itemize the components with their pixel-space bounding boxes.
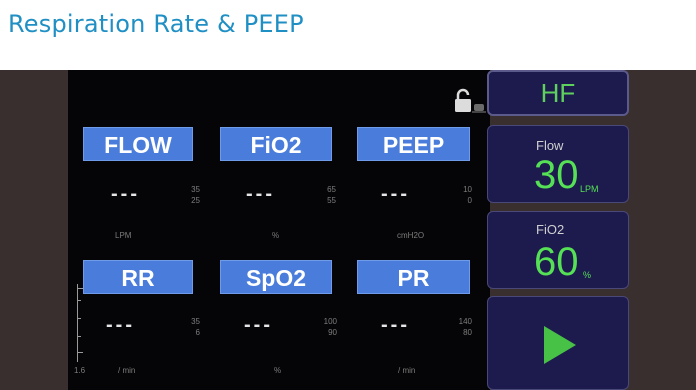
pr-upper-limit: 140 bbox=[458, 317, 472, 326]
flow-label[interactable]: FLOW bbox=[83, 127, 193, 161]
lock-icon[interactable] bbox=[454, 88, 486, 114]
flow-upper-limit: 35 bbox=[191, 185, 200, 194]
flow-setting-unit: LPM bbox=[580, 184, 599, 194]
peep-unit: cmH2O bbox=[397, 231, 425, 240]
fio2-setting-unit: % bbox=[583, 270, 592, 280]
flow-setting-button[interactable]: Flow 30 LPM bbox=[487, 125, 629, 203]
spo2-value: --- bbox=[244, 314, 273, 336]
flow-setting-name: Flow bbox=[536, 138, 564, 153]
start-button[interactable] bbox=[487, 296, 629, 390]
peep-value: --- bbox=[381, 183, 410, 205]
peep-label[interactable]: PEEP bbox=[357, 127, 470, 161]
pr-value: --- bbox=[381, 314, 410, 336]
peep-lower-limit: 0 bbox=[467, 196, 472, 205]
page-title: Respiration Rate & PEEP bbox=[8, 10, 304, 38]
scale-label: 1.6 bbox=[74, 366, 86, 375]
peep-upper-limit: 10 bbox=[463, 185, 472, 194]
flow-lower-limit: 25 bbox=[191, 196, 200, 205]
pr-label[interactable]: PR bbox=[357, 260, 470, 294]
monitor-screen bbox=[68, 70, 490, 390]
spo2-lower-limit: 90 bbox=[328, 328, 337, 337]
rr-label[interactable]: RR bbox=[83, 260, 193, 294]
flow-setting-value: 30 bbox=[534, 153, 579, 197]
spo2-unit: % bbox=[274, 366, 282, 375]
spo2-label[interactable]: SpO2 bbox=[220, 260, 332, 294]
play-icon bbox=[544, 326, 576, 364]
fio2-label[interactable]: FiO2 bbox=[220, 127, 332, 161]
fio2-upper-limit: 65 bbox=[327, 185, 336, 194]
fio2-value: --- bbox=[246, 183, 275, 205]
flow-unit: LPM bbox=[115, 231, 132, 240]
fio2-setting-button[interactable]: FiO2 60 % bbox=[487, 211, 629, 289]
spo2-upper-limit: 100 bbox=[323, 317, 337, 326]
mode-label: HF bbox=[540, 78, 576, 108]
fio2-setting-name: FiO2 bbox=[536, 222, 565, 237]
rr-value: --- bbox=[106, 314, 135, 336]
pr-unit: / min bbox=[398, 366, 416, 375]
rr-upper-limit: 35 bbox=[191, 317, 200, 326]
fio2-lower-limit: 55 bbox=[327, 196, 336, 205]
fio2-setting-value: 60 bbox=[534, 240, 579, 284]
side-panel: HF Flow 30 LPM FiO2 60 % bbox=[487, 70, 631, 390]
mode-button[interactable]: HF bbox=[487, 70, 629, 116]
fio2-unit: % bbox=[272, 231, 280, 240]
rr-unit: / min bbox=[118, 366, 136, 375]
flow-value: --- bbox=[111, 183, 140, 205]
pr-lower-limit: 80 bbox=[463, 328, 472, 337]
rr-lower-limit: 6 bbox=[195, 328, 200, 337]
